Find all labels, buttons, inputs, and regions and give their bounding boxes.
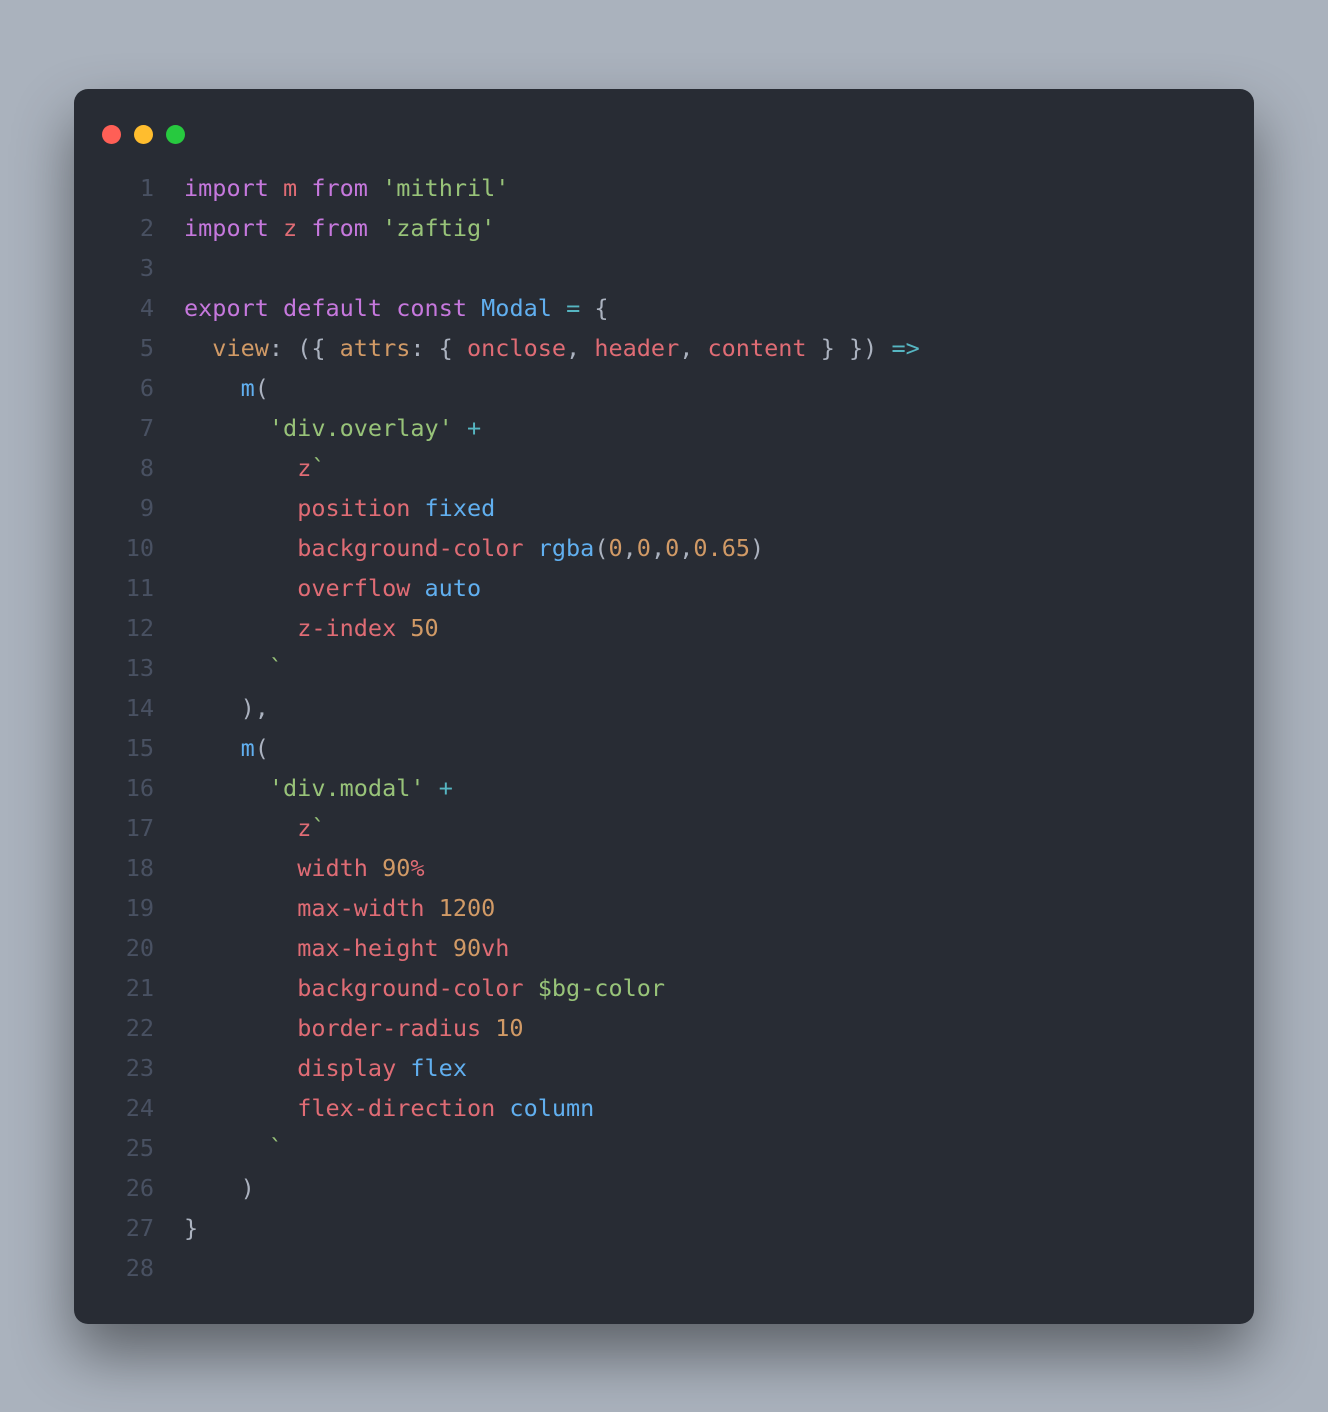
line-number: 8: [74, 448, 184, 488]
code-line[interactable]: 26 ): [74, 1168, 1226, 1208]
zoom-icon[interactable]: [166, 125, 185, 144]
code-editor[interactable]: 1import m from 'mithril'2import z from '…: [74, 168, 1254, 1288]
code-line[interactable]: 8 z`: [74, 448, 1226, 488]
line-number: 7: [74, 408, 184, 448]
line-number: 21: [74, 968, 184, 1008]
line-number: 26: [74, 1168, 184, 1208]
line-number: 3: [74, 248, 184, 288]
line-number: 27: [74, 1208, 184, 1248]
code-line[interactable]: 1import m from 'mithril': [74, 168, 1226, 208]
line-number: 9: [74, 488, 184, 528]
line-source: 'div.overlay' +: [184, 408, 481, 448]
line-source: z`: [184, 448, 326, 488]
code-line[interactable]: 3: [74, 248, 1226, 288]
line-number: 13: [74, 648, 184, 688]
line-number: 5: [74, 328, 184, 368]
code-line[interactable]: 28: [74, 1248, 1226, 1288]
code-line[interactable]: 5 view: ({ attrs: { onclose, header, con…: [74, 328, 1226, 368]
line-number: 14: [74, 688, 184, 728]
line-number: 18: [74, 848, 184, 888]
line-source: max-width 1200: [184, 888, 495, 928]
code-line[interactable]: 22 border-radius 10: [74, 1008, 1226, 1048]
line-source: import m from 'mithril': [184, 168, 509, 208]
line-source: `: [184, 648, 283, 688]
code-line[interactable]: 18 width 90%: [74, 848, 1226, 888]
code-line[interactable]: 12 z-index 50: [74, 608, 1226, 648]
code-line[interactable]: 11 overflow auto: [74, 568, 1226, 608]
code-line[interactable]: 23 display flex: [74, 1048, 1226, 1088]
code-line[interactable]: 14 ),: [74, 688, 1226, 728]
line-number: 12: [74, 608, 184, 648]
close-icon[interactable]: [102, 125, 121, 144]
line-source: ): [184, 1168, 255, 1208]
line-source: m(: [184, 368, 269, 408]
line-source: background-color $bg-color: [184, 968, 665, 1008]
line-number: 23: [74, 1048, 184, 1088]
line-number: 2: [74, 208, 184, 248]
code-line[interactable]: 4export default const Modal = {: [74, 288, 1226, 328]
code-line[interactable]: 10 background-color rgba(0,0,0,0.65): [74, 528, 1226, 568]
code-line[interactable]: 9 position fixed: [74, 488, 1226, 528]
line-source: ),: [184, 688, 269, 728]
code-line[interactable]: 19 max-width 1200: [74, 888, 1226, 928]
line-source: width 90%: [184, 848, 425, 888]
line-source: flex-direction column: [184, 1088, 594, 1128]
code-line[interactable]: 21 background-color $bg-color: [74, 968, 1226, 1008]
line-number: 15: [74, 728, 184, 768]
code-line[interactable]: 16 'div.modal' +: [74, 768, 1226, 808]
line-source: border-radius 10: [184, 1008, 524, 1048]
line-source: m(: [184, 728, 269, 768]
line-number: 19: [74, 888, 184, 928]
line-number: 6: [74, 368, 184, 408]
window-controls: [74, 117, 1254, 168]
code-line[interactable]: 20 max-height 90vh: [74, 928, 1226, 968]
line-source: [184, 1248, 198, 1288]
line-number: 4: [74, 288, 184, 328]
line-number: 24: [74, 1088, 184, 1128]
line-source: background-color rgba(0,0,0,0.65): [184, 528, 764, 568]
line-source: export default const Modal = {: [184, 288, 609, 328]
line-number: 11: [74, 568, 184, 608]
line-number: 28: [74, 1248, 184, 1288]
code-window: 1import m from 'mithril'2import z from '…: [74, 89, 1254, 1324]
line-source: import z from 'zaftig': [184, 208, 495, 248]
minimize-icon[interactable]: [134, 125, 153, 144]
code-line[interactable]: 25 `: [74, 1128, 1226, 1168]
code-line[interactable]: 7 'div.overlay' +: [74, 408, 1226, 448]
code-line[interactable]: 17 z`: [74, 808, 1226, 848]
line-number: 10: [74, 528, 184, 568]
line-number: 1: [74, 168, 184, 208]
line-source: z-index 50: [184, 608, 439, 648]
code-line[interactable]: 13 `: [74, 648, 1226, 688]
line-source: z`: [184, 808, 326, 848]
line-number: 16: [74, 768, 184, 808]
code-line[interactable]: 24 flex-direction column: [74, 1088, 1226, 1128]
line-source: position fixed: [184, 488, 495, 528]
line-source: 'div.modal' +: [184, 768, 453, 808]
line-source: max-height 90vh: [184, 928, 509, 968]
code-line[interactable]: 27}: [74, 1208, 1226, 1248]
line-source: }: [184, 1208, 198, 1248]
code-line[interactable]: 15 m(: [74, 728, 1226, 768]
line-source: `: [184, 1128, 283, 1168]
line-source: overflow auto: [184, 568, 481, 608]
line-number: 20: [74, 928, 184, 968]
line-source: [184, 248, 198, 288]
code-line[interactable]: 2import z from 'zaftig': [74, 208, 1226, 248]
code-line[interactable]: 6 m(: [74, 368, 1226, 408]
line-source: display flex: [184, 1048, 467, 1088]
line-source: view: ({ attrs: { onclose, header, conte…: [184, 328, 920, 368]
line-number: 17: [74, 808, 184, 848]
line-number: 25: [74, 1128, 184, 1168]
line-number: 22: [74, 1008, 184, 1048]
